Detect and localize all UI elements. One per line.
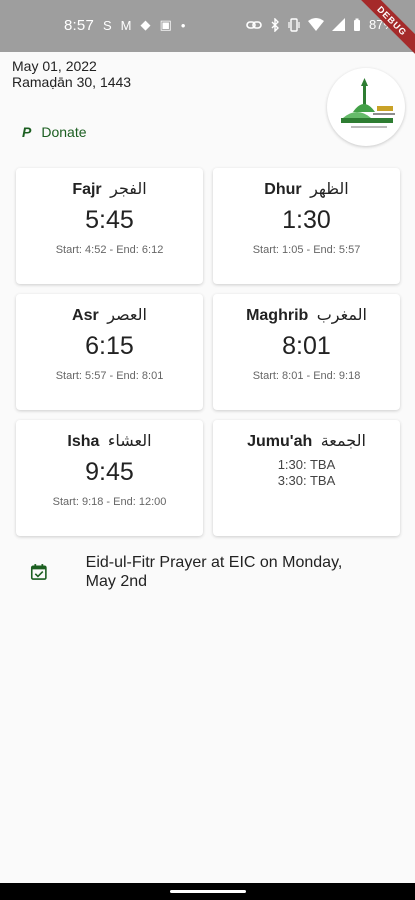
bluetooth-icon: [271, 17, 279, 32]
jumuah-slot: 3:30: TBA: [277, 473, 336, 488]
notification-s-icon: S: [103, 17, 112, 33]
battery-icon: [353, 18, 360, 31]
prayer-name-arabic: المغرب: [316, 307, 367, 324]
prayer-name: Dhur: [264, 181, 302, 198]
prayer-name-arabic: الجمعة: [320, 433, 366, 450]
signal-icon: [331, 18, 345, 31]
vibrate-icon: [288, 17, 300, 32]
prayer-window: Start: 9:18 - End: 12:00: [52, 496, 167, 508]
prayer-name: Isha: [67, 433, 100, 450]
prayer-time: 8:01: [282, 332, 331, 360]
calendar-check-icon: [30, 564, 47, 580]
prayer-window: Start: 5:57 - End: 8:01: [55, 370, 164, 382]
prayer-window: Start: 8:01 - End: 9:18: [252, 370, 361, 382]
prayer-name-arabic: الفجر: [110, 181, 147, 198]
system-icons: 87%: [246, 17, 395, 32]
prayer-title: Asr العصر: [16, 305, 203, 325]
notification-more-icon: •: [180, 17, 186, 33]
prayer-card-asr: Asr العصر 6:15 Start: 5:57 - End: 8:01: [16, 294, 203, 410]
prayer-title: Dhur الظهر: [213, 179, 400, 199]
jumuah-slots: 1:30: TBA 3:30: TBA: [213, 457, 400, 489]
prayer-name-arabic: العشاء: [107, 433, 152, 450]
hijri-date: Ramaḍān 30, 1443: [12, 74, 132, 90]
donate-label: Donate: [41, 124, 87, 140]
status-time: 8:57: [64, 17, 94, 34]
prayer-window: Start: 1:05 - End: 5:57: [252, 244, 361, 256]
mosque-logo: [327, 68, 405, 146]
donate-button[interactable]: P Donate: [22, 124, 87, 140]
gregorian-date: May 01, 2022: [12, 58, 97, 74]
prayer-window: Start: 4:52 - End: 6:12: [55, 244, 164, 256]
notification-icons: S M ◆ ▣ •: [103, 17, 185, 33]
link-icon: [246, 20, 262, 29]
prayer-time: 6:15: [85, 332, 134, 360]
prayer-title: Maghrib المغرب: [213, 305, 400, 325]
home-gesture-handle[interactable]: [170, 890, 246, 893]
prayer-card-maghrib: Maghrib المغرب 8:01 Start: 8:01 - End: 9…: [213, 294, 400, 410]
wifi-icon: [307, 18, 324, 31]
paypal-icon: P: [22, 124, 32, 140]
notification-media-icon: ▣: [159, 17, 172, 32]
mosque-logo-icon: [341, 78, 395, 128]
prayer-time: 5:45: [85, 206, 134, 234]
navigation-bar: [0, 883, 415, 900]
prayer-name: Jumu'ah: [247, 433, 313, 450]
jumuah-slot: 1:30: TBA: [277, 457, 336, 472]
prayer-time: 9:45: [85, 458, 134, 486]
prayer-title: Isha العشاء: [16, 431, 203, 451]
prayer-card-jumuah: Jumu'ah الجمعة 1:30: TBA 3:30: TBA: [213, 420, 400, 536]
prayer-card-isha: Isha العشاء 9:45 Start: 9:18 - End: 12:0…: [16, 420, 203, 536]
prayer-name: Maghrib: [246, 307, 309, 324]
date-header: May 01, 2022 Ramaḍān 30, 1443: [12, 58, 131, 90]
prayer-name: Fajr: [72, 181, 102, 198]
notification-mail-icon: M: [120, 17, 132, 33]
notification-app-icon: ◆: [140, 17, 151, 32]
status-bar: 8:57 S M ◆ ▣ • 87%: [0, 0, 415, 52]
prayer-title: Fajr الفجر: [16, 179, 203, 199]
prayer-name: Asr: [72, 307, 99, 324]
prayer-card-fajr: Fajr الفجر 5:45 Start: 4:52 - End: 6:12: [16, 168, 203, 284]
prayer-time: 1:30: [282, 206, 331, 234]
prayer-title: Jumu'ah الجمعة: [213, 431, 400, 451]
prayer-name-arabic: الظهر: [310, 181, 349, 198]
battery-percent: 87%: [368, 17, 395, 32]
prayer-card-dhur: Dhur الظهر 1:30 Start: 1:05 - End: 5:57: [213, 168, 400, 284]
prayer-name-arabic: العصر: [107, 307, 147, 324]
event-item[interactable]: Eid-ul-Fitr Prayer at EIC on Monday, May…: [30, 553, 370, 591]
event-text: Eid-ul-Fitr Prayer at EIC on Monday, May…: [85, 554, 343, 590]
